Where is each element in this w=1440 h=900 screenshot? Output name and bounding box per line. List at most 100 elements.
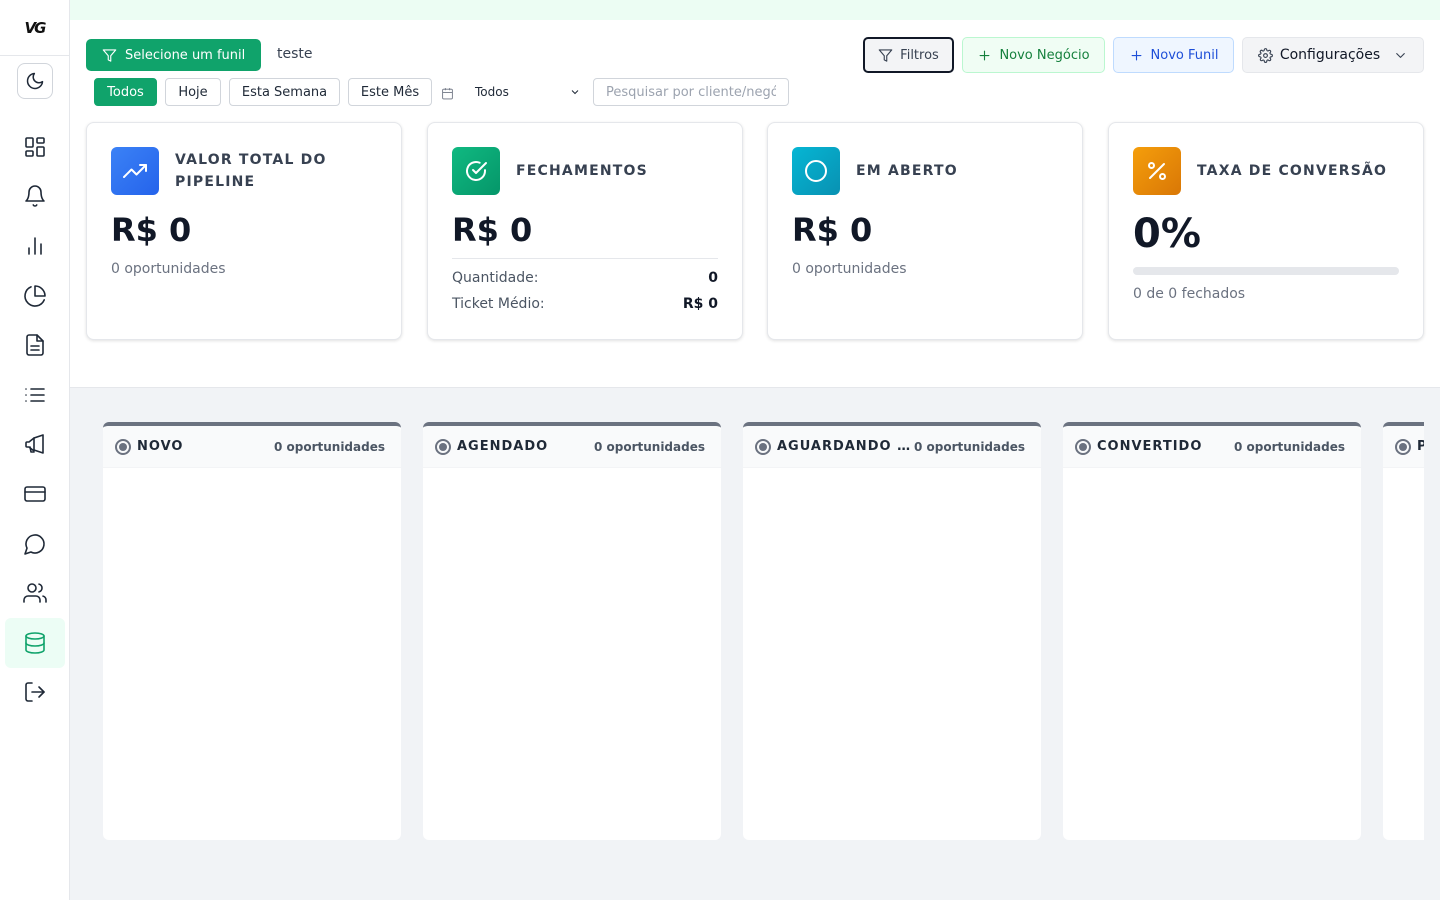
stat-title: VALOR TOTAL DO PIPELINE (175, 152, 327, 190)
stat-subtitle: 0 oportunidades (111, 261, 226, 277)
column-count: 0 oportunidades (913, 439, 1025, 454)
sidebar-item-analytics[interactable] (5, 271, 65, 321)
logout-icon (25, 682, 45, 702)
new-funnel-label: Novo Funil (1150, 47, 1219, 63)
chevron-down-icon (1396, 52, 1405, 58)
percent-icon (1133, 147, 1181, 195)
sidebar-item-documents[interactable] (5, 320, 65, 370)
stat-title: EM ABERTO (856, 163, 958, 179)
column-title: P (1417, 439, 1424, 454)
kanban-column-header: AGUARDANDO ... 0 oportunidades (743, 426, 1041, 468)
credit-card-icon (24, 486, 46, 502)
new-funnel-button[interactable]: Novo Funil (1113, 37, 1234, 73)
list-icon (25, 388, 45, 402)
column-count: 0 oportunidades (593, 439, 705, 454)
radio-dot-icon (1395, 438, 1411, 455)
plus-icon (980, 50, 990, 60)
calendar-icon (441, 85, 454, 100)
column-count: 0 oportunidades (1233, 439, 1345, 454)
period-chip-todos[interactable]: Todos (94, 78, 157, 106)
check-circle-icon (452, 147, 500, 195)
sidebar-item-database[interactable] (5, 618, 65, 668)
new-deal-label: Novo Negócio (999, 47, 1090, 63)
dashboard-grid-icon (25, 137, 45, 157)
ticket-row: Ticket Médio: R$ 0 (452, 296, 718, 312)
current-funnel-name: teste (277, 46, 313, 62)
trending-up-icon (111, 147, 159, 195)
status-select[interactable]: Todos (465, 80, 587, 104)
sidebar-item-list[interactable] (5, 370, 65, 420)
stat-card-pipeline: VALOR TOTAL DO PIPELINE R$ 0 0 oportunid… (86, 122, 402, 340)
radio-dot-icon (115, 438, 131, 455)
quantity-row: Quantidade: 0 (452, 270, 718, 286)
status-select-value: Todos (475, 85, 509, 99)
sidebar-item-notifications[interactable] (5, 171, 65, 221)
filter-icon (102, 48, 117, 62)
message-circle-icon (24, 534, 45, 555)
filter-icon (878, 48, 893, 62)
settings-dropdown-button[interactable]: Configurações (1242, 37, 1424, 73)
stat-subtitle: 0 de 0 fechados (1133, 286, 1246, 302)
new-deal-button[interactable]: Novo Negócio (962, 37, 1105, 73)
kanban-column-header: CONVERTIDO 0 oportunidades (1063, 426, 1361, 468)
sidebar-item-chat[interactable] (5, 519, 65, 569)
column-title: AGENDADO (457, 439, 549, 454)
database-icon (25, 632, 45, 654)
stat-title: TAXA DE CONVERSÃO (1197, 163, 1388, 179)
select-funnel-label: Selecione um funil (125, 47, 246, 63)
period-chip-hoje[interactable]: Hoje (165, 78, 221, 106)
circle-icon (792, 147, 840, 195)
stat-value: R$ 0 (792, 211, 873, 249)
sidebar-item-logout[interactable] (5, 667, 65, 717)
column-title: CONVERTIDO (1097, 439, 1203, 454)
stat-card-closings: FECHAMENTOS R$ 0 Quantidade: 0 Ticket Mé… (427, 122, 743, 340)
megaphone-icon (25, 434, 44, 454)
kanban-column: P (1383, 422, 1424, 840)
column-title: AGUARDANDO ... (777, 439, 912, 454)
column-title: NOVO (137, 439, 184, 454)
moon-icon (26, 72, 44, 90)
kanban-column-header: P (1383, 426, 1424, 468)
theme-toggle-button[interactable] (17, 63, 53, 99)
filters-button[interactable]: Filtros (863, 37, 954, 73)
radio-dot-icon (1075, 438, 1091, 455)
radio-dot-icon (435, 438, 451, 455)
kanban-column: AGENDADO 0 oportunidades (423, 422, 721, 840)
conversion-progress-bar (1133, 267, 1399, 275)
stat-value: 0% (1133, 211, 1201, 257)
stat-value: R$ 0 (111, 211, 192, 249)
column-count: 0 oportunidades (273, 439, 385, 454)
bell-icon (25, 185, 45, 207)
kanban-column-header: NOVO 0 oportunidades (103, 426, 401, 468)
sidebar-item-payments[interactable] (5, 469, 65, 519)
select-funnel-button[interactable]: Selecione um funil (86, 39, 261, 71)
kanban-column: NOVO 0 oportunidades (103, 422, 401, 840)
kanban-column: CONVERTIDO 0 oportunidades (1063, 422, 1361, 840)
gear-icon (1257, 47, 1273, 63)
search-input[interactable] (593, 78, 789, 106)
quantity-label: Quantidade: (452, 270, 539, 286)
sidebar-item-dashboard[interactable] (5, 122, 65, 172)
quantity-value: 0 (708, 270, 718, 286)
ticket-label: Ticket Médio: (452, 296, 545, 312)
kanban-board: NOVO 0 oportunidades AGENDADO 0 oportuni… (103, 422, 1424, 840)
sidebar-item-reports[interactable] (5, 221, 65, 271)
stat-subtitle: 0 oportunidades (792, 261, 907, 277)
period-chip-este-mes[interactable]: Este Mês (348, 78, 432, 106)
radio-dot-icon (755, 438, 771, 455)
kanban-column-header: AGENDADO 0 oportunidades (423, 426, 721, 468)
stat-card-open: EM ABERTO R$ 0 0 oportunidades (767, 122, 1083, 340)
users-icon (23, 583, 47, 603)
stat-title: FECHAMENTOS (516, 163, 648, 179)
sidebar-item-campaigns[interactable] (5, 419, 65, 469)
pie-chart-icon (24, 285, 46, 307)
app-logo: VG (0, 0, 69, 56)
kanban-column: AGUARDANDO ... 0 oportunidades (743, 422, 1041, 840)
sidebar-item-contacts[interactable] (5, 568, 65, 618)
period-chip-esta-semana[interactable]: Esta Semana (229, 78, 340, 106)
sidebar: VG (0, 0, 70, 900)
stat-card-conversion: TAXA DE CONVERSÃO 0% 0 de 0 fechados (1108, 122, 1424, 340)
ticket-value: R$ 0 (682, 296, 718, 312)
divider (452, 258, 718, 259)
file-text-icon (26, 334, 44, 356)
